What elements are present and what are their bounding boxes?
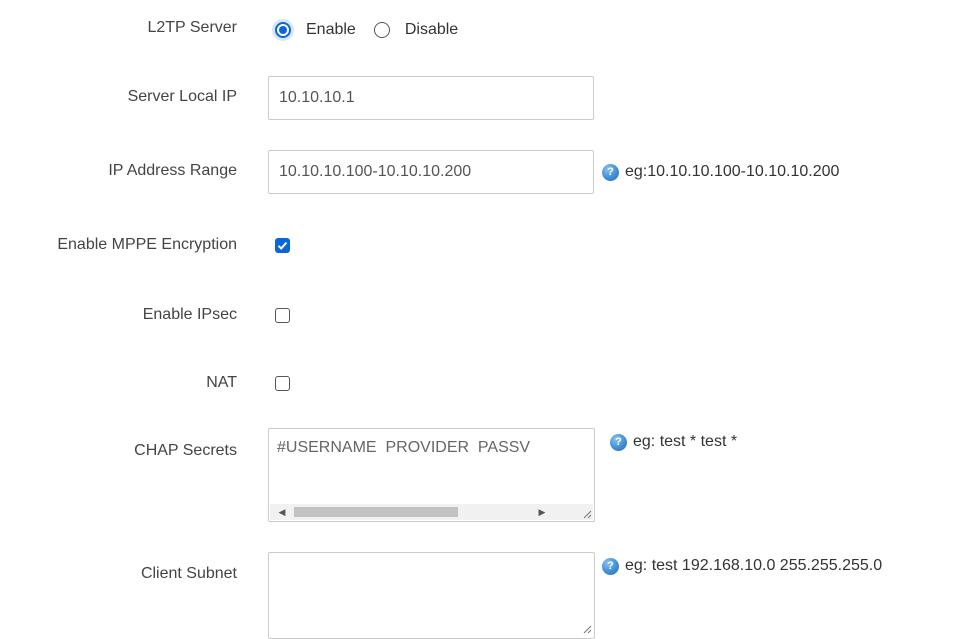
l2tp-server-label: L2TP Server: [147, 19, 237, 36]
l2tp-server-row: L2TP Server Enable Disable: [0, 19, 957, 45]
chap-secrets-row: CHAP Secrets #USERNAME PROVIDER PASSV ◀ …: [0, 428, 957, 524]
chap-secrets-help: ? eg: test * test *: [610, 433, 737, 451]
nat-checkbox[interactable]: [275, 376, 290, 391]
server-local-ip-label: Server Local IP: [127, 88, 237, 105]
nat-row: NAT: [0, 374, 957, 396]
resize-grip-icon[interactable]: [582, 509, 592, 519]
chap-secrets-hscrollbar[interactable]: ◀ ▶: [270, 504, 593, 520]
disable-radio[interactable]: [373, 22, 390, 38]
nat-label: NAT: [206, 374, 237, 391]
client-subnet-textarea[interactable]: [268, 552, 595, 639]
ipsec-label: Enable IPsec: [142, 306, 237, 323]
enable-radio-label[interactable]: Enable: [306, 21, 356, 39]
enable-radio[interactable]: [275, 22, 291, 38]
client-subnet-row: Client Subnet ? eg: test 192.168.10.0 25…: [0, 552, 957, 639]
resize-grip-icon[interactable]: [582, 624, 592, 634]
checkmark-icon: [277, 241, 288, 250]
chap-secrets-help-text: eg: test * test *: [633, 433, 738, 450]
mppe-checkbox[interactable]: [275, 238, 290, 253]
ip-address-range-row: IP Address Range 10.10.10.100-10.10.10.2…: [0, 150, 957, 194]
server-local-ip-input[interactable]: 10.10.10.1: [268, 76, 594, 120]
ip-address-range-help: ? eg:10.10.10.100-10.10.10.200: [602, 163, 839, 181]
mppe-label: Enable MPPE Encryption: [57, 236, 237, 253]
mppe-row: Enable MPPE Encryption: [0, 236, 957, 258]
scroll-right-icon[interactable]: ▶: [534, 504, 550, 520]
ip-address-range-help-text: eg:10.10.10.100-10.10.10.200: [625, 163, 840, 180]
chap-secrets-label: CHAP Secrets: [134, 442, 237, 459]
server-local-ip-row: Server Local IP 10.10.10.1: [0, 76, 957, 120]
ipsec-row: Enable IPsec: [0, 306, 957, 328]
help-question-icon[interactable]: ?: [602, 163, 619, 181]
scroll-left-icon[interactable]: ◀: [274, 504, 290, 520]
ipsec-checkbox[interactable]: [275, 308, 290, 323]
help-question-icon[interactable]: ?: [602, 557, 619, 575]
client-subnet-help: ? eg: test 192.168.10.0 255.255.255.0: [602, 557, 882, 575]
chap-secrets-text: #USERNAME PROVIDER PASSV: [277, 439, 531, 456]
client-subnet-help-text: eg: test 192.168.10.0 255.255.255.0: [625, 557, 883, 574]
ip-address-range-label: IP Address Range: [108, 162, 237, 179]
chap-secrets-textarea[interactable]: #USERNAME PROVIDER PASSV ◀ ▶: [268, 428, 595, 522]
disable-radio-label[interactable]: Disable: [405, 21, 458, 39]
client-subnet-label: Client Subnet: [140, 565, 237, 582]
ip-address-range-input[interactable]: 10.10.10.100-10.10.10.200: [268, 150, 594, 194]
help-question-icon[interactable]: ?: [610, 433, 627, 451]
scroll-thumb[interactable]: [294, 507, 458, 517]
